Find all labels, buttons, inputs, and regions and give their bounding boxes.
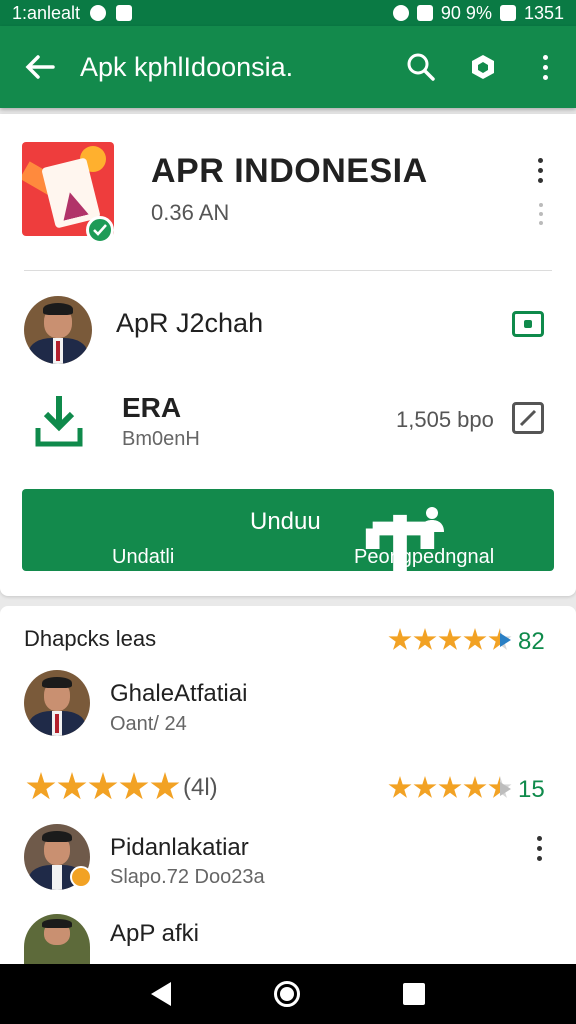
summary-rating-value: 82 bbox=[518, 628, 545, 655]
arrow-right-icon bbox=[500, 782, 511, 796]
review-rating-value: 15 bbox=[518, 776, 545, 803]
app-more-button[interactable] bbox=[538, 158, 543, 183]
shield-icon bbox=[116, 5, 133, 21]
nav-home-button[interactable] bbox=[273, 981, 300, 1007]
review-stars bbox=[26, 772, 180, 802]
notification-icon bbox=[90, 5, 107, 21]
hexagon-icon bbox=[472, 55, 494, 79]
nav-recents-button[interactable] bbox=[402, 983, 425, 1005]
install-right-label: Peongpedngnal bbox=[354, 546, 495, 568]
developer-contact-icon[interactable] bbox=[512, 311, 544, 337]
reviewer-name: Pidanlakatiar bbox=[110, 834, 249, 861]
app-subtitle: 0.36 AN bbox=[151, 200, 230, 225]
user-icon bbox=[420, 507, 444, 532]
app-title: APR INDONESIA bbox=[151, 152, 428, 190]
reviewer-meta: Oant/ 24 bbox=[110, 713, 187, 735]
status-time: 1351 bbox=[523, 2, 564, 23]
signal-icon bbox=[416, 5, 433, 21]
download-icon bbox=[35, 396, 83, 447]
search-button[interactable] bbox=[390, 26, 452, 108]
ratings-section-title: Dhapcks leas bbox=[24, 626, 157, 651]
checkbox-icon[interactable] bbox=[512, 402, 544, 434]
review-stars-right bbox=[388, 776, 512, 800]
status-bar: 1:anlealt 90 9% 1351 bbox=[0, 0, 576, 26]
app-bar-title: Apk kphlIdoonsia. bbox=[80, 51, 294, 82]
share-button[interactable] bbox=[452, 26, 514, 108]
download-size: 1,505 bpo bbox=[396, 407, 494, 432]
summary-stars bbox=[388, 628, 512, 652]
reviewer-name: ApP afki bbox=[110, 920, 199, 947]
nav-back-button[interactable] bbox=[151, 982, 172, 1006]
arrow-left-icon bbox=[25, 55, 55, 79]
app-bar: Apk kphlIdoonsia. bbox=[0, 26, 576, 108]
system-nav-bar bbox=[0, 964, 576, 1024]
verified-check-icon bbox=[86, 216, 114, 244]
battery-icon bbox=[499, 5, 516, 21]
review-count: (4l) bbox=[183, 774, 218, 801]
download-title: ERA bbox=[122, 392, 182, 423]
battery-percent: 90 9% bbox=[440, 2, 492, 23]
badge-icon bbox=[70, 866, 92, 888]
divider bbox=[24, 270, 552, 271]
search-icon bbox=[407, 53, 435, 81]
arrow-right-icon bbox=[500, 633, 511, 647]
install-main-label: Unduu bbox=[250, 508, 321, 535]
more-vert-icon bbox=[542, 54, 548, 80]
review-more-button[interactable] bbox=[537, 836, 542, 861]
install-left-label: Undatli bbox=[112, 546, 175, 568]
download-subtitle: Bm0enH bbox=[122, 428, 200, 450]
more-vert-faded-icon bbox=[539, 203, 543, 225]
reviewer-name: GhaleAtfatiai bbox=[110, 680, 248, 707]
reviewer-avatar[interactable] bbox=[24, 670, 90, 736]
overflow-menu-button[interactable] bbox=[514, 26, 576, 108]
developer-avatar[interactable] bbox=[24, 296, 92, 364]
reviewer-meta: Slapo.72 Doo23a bbox=[110, 866, 265, 888]
developer-name[interactable]: ApR J2chah bbox=[116, 308, 263, 339]
back-button[interactable] bbox=[0, 26, 80, 108]
wifi-icon bbox=[392, 5, 409, 21]
status-carrier: 1:anlealt bbox=[12, 2, 81, 23]
